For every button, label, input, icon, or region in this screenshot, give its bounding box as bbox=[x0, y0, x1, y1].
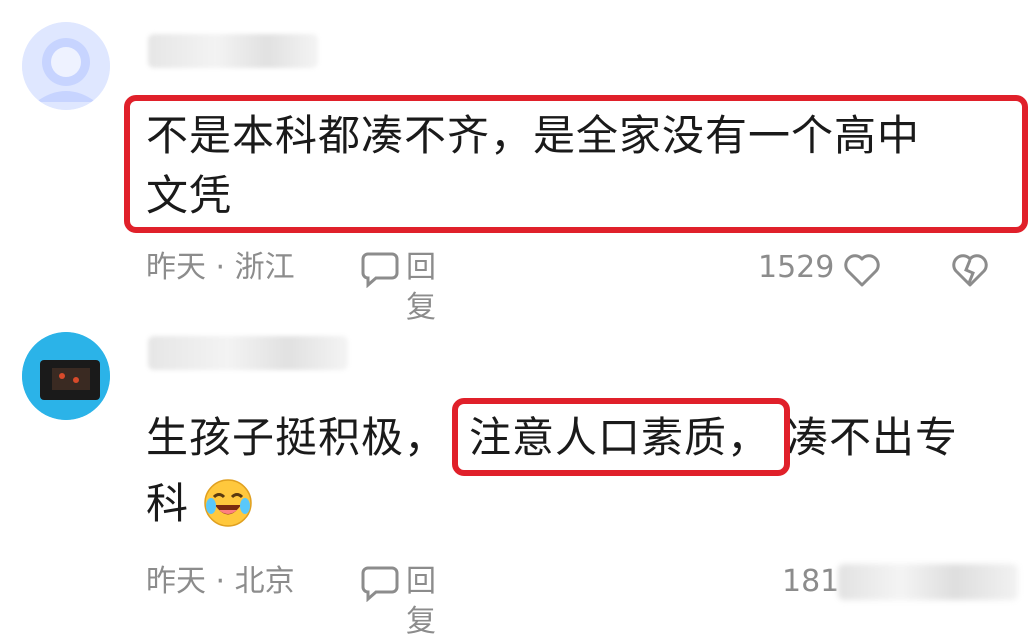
comment-location: 浙江 bbox=[234, 250, 295, 285]
comment-text-before: 生孩子挺积极， bbox=[146, 413, 448, 462]
like-count: 1529 bbox=[758, 250, 835, 285]
comment-meta: 昨天 · 北京 bbox=[146, 562, 295, 602]
speech-bubble-icon bbox=[361, 252, 399, 288]
comment-1: 不是本科都凑不齐，是全家没有一个高中 文凭 昨天 · 浙江 回复 1529 bbox=[0, 0, 1034, 325]
comment-text-line2: 科 bbox=[146, 478, 253, 530]
comment-location: 北京 bbox=[234, 564, 295, 599]
like-count: 181 bbox=[782, 564, 840, 599]
watermark-blur bbox=[838, 564, 1018, 600]
avatar[interactable] bbox=[22, 22, 110, 110]
reply-label: 回复 bbox=[406, 564, 436, 639]
comment-time: 昨天 bbox=[146, 250, 206, 285]
user-placeholder-icon bbox=[22, 22, 110, 110]
comment-time: 昨天 bbox=[146, 564, 206, 599]
comment-text-line1: 不是本科都凑不齐，是全家没有一个高中 bbox=[146, 111, 921, 160]
username-blurred[interactable] bbox=[148, 34, 318, 68]
separator-dot: · bbox=[215, 250, 226, 285]
broken-heart-icon[interactable] bbox=[950, 250, 990, 290]
avatar-image-icon bbox=[22, 332, 110, 420]
username-blurred[interactable] bbox=[148, 336, 348, 370]
comment-2: 生孩子挺积极， 注意人口素质， 凑不出专 科 昨天 · 北京 回复 181 bbox=[0, 310, 1034, 639]
comment-text-line2-text: 科 bbox=[146, 479, 190, 528]
comment-meta: 昨天 · 浙江 bbox=[146, 248, 295, 288]
speech-bubble-icon bbox=[361, 566, 399, 602]
crying-laughing-emoji-icon bbox=[204, 479, 253, 527]
separator-dot: · bbox=[215, 564, 226, 599]
avatar[interactable] bbox=[22, 332, 110, 420]
heart-icon[interactable] bbox=[842, 250, 882, 290]
comment-text-after: 凑不出专 bbox=[786, 413, 959, 462]
highlight-box bbox=[452, 398, 790, 476]
comment-text-line2: 文凭 bbox=[146, 171, 233, 220]
